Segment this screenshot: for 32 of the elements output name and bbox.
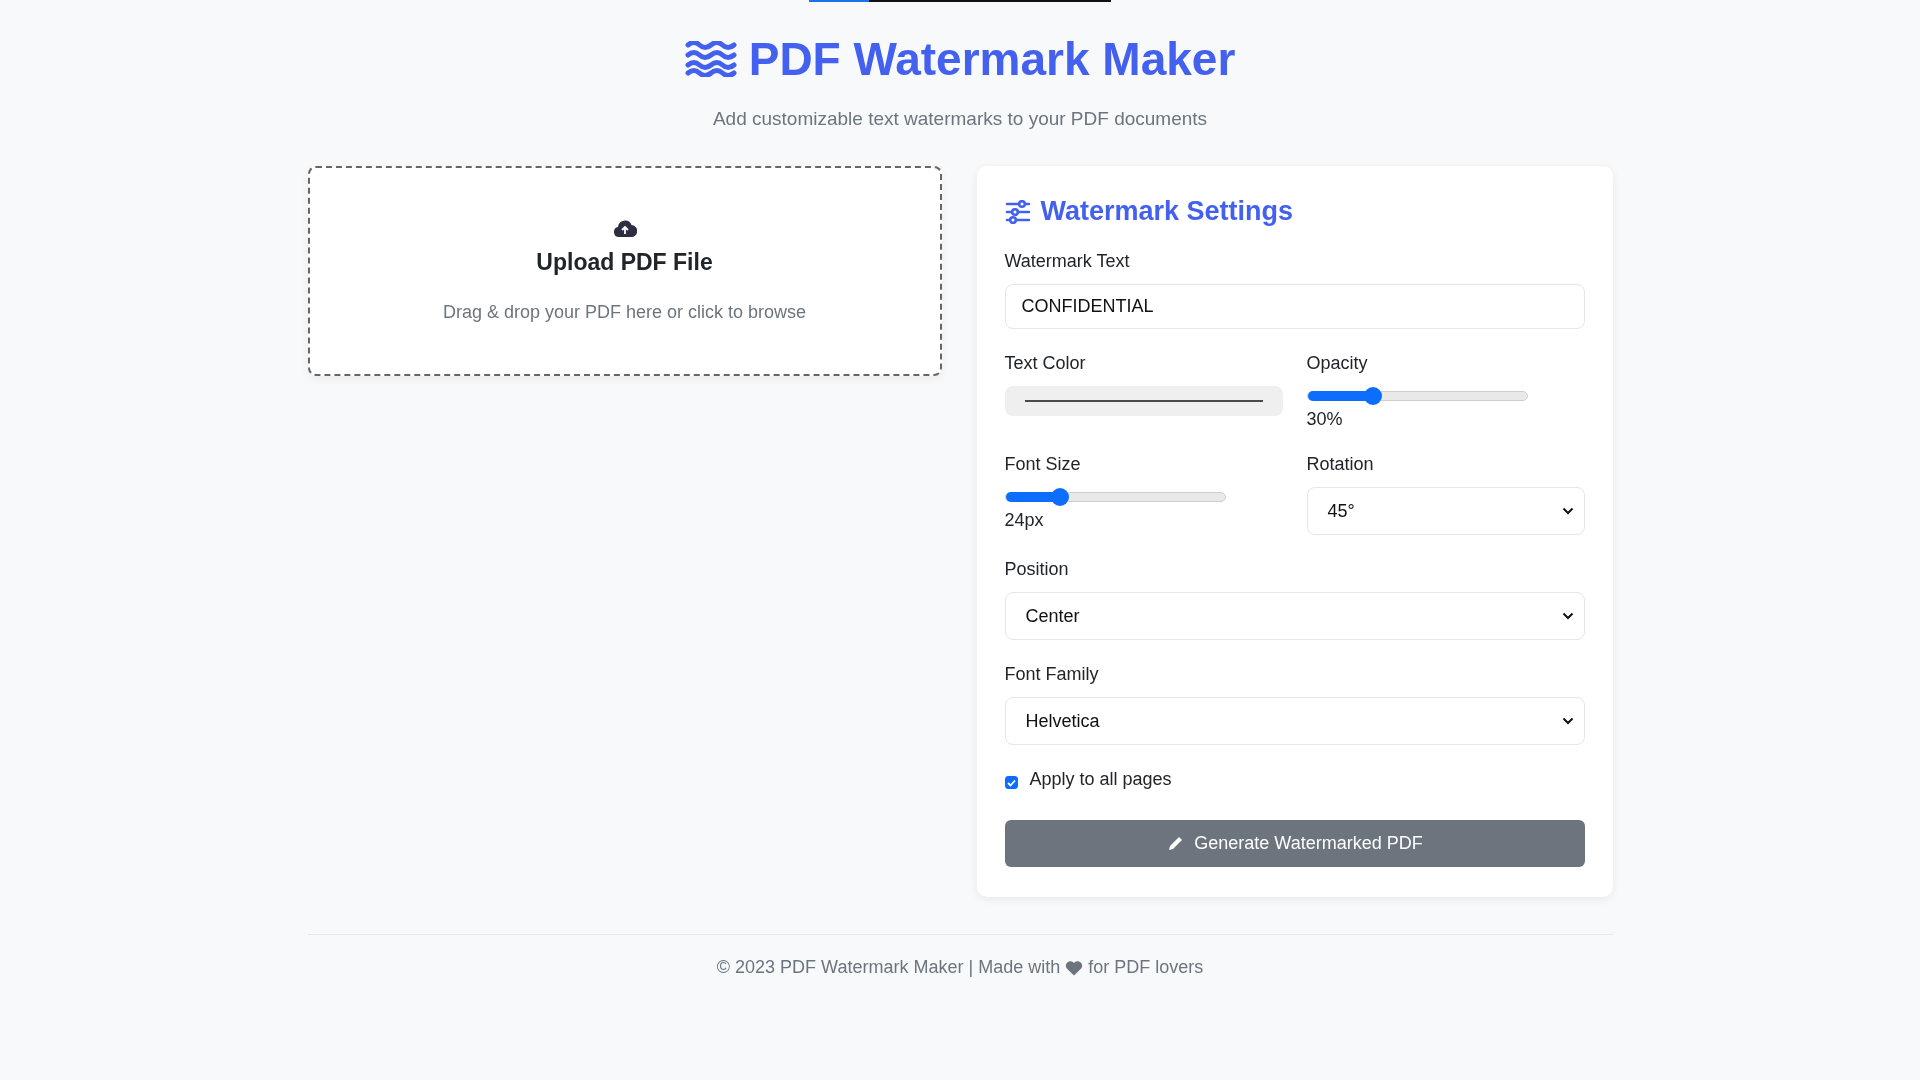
field-label: Font Family [1004,664,1100,685]
watermark-text-field[interactable]: CONFIDENTIAL [1004,284,1585,329]
pencil-icon [1166,834,1185,853]
rotation-select[interactable]: 45° [1306,487,1585,535]
upload-title: Upload PDF File [536,248,713,276]
app-title: PDF Watermark Maker [748,32,1236,86]
cloud-upload-icon [612,219,637,237]
slider-value: 30% [1306,409,1344,430]
chevron-icon [1561,507,1574,515]
upload-dropzone[interactable]: Upload PDF File Drag & drop your PDF here or click to browse [307,166,942,376]
field-label: Watermark Text [1004,251,1131,272]
field-label: Opacity [1306,353,1369,374]
field-label: Rotation [1306,454,1375,475]
sliders-icon [1004,199,1031,224]
field-label: Position [1004,559,1070,580]
settings-title: Watermark Settings [1040,196,1294,227]
position-select[interactable]: Center [1004,592,1585,640]
checkbox-label[interactable]: Apply to all pages [1029,769,1172,790]
waves-icon [684,41,737,77]
footer-text: for PDF lovers [1088,957,1204,978]
slider-value: 24px [1004,510,1045,531]
field-label: Font Size [1004,454,1082,475]
upload-hint: Drag & drop your PDF here or click to browse [442,301,807,323]
app-subtitle: Add customizable text watermarks to your PDF documents [712,108,1208,130]
heart-icon [1065,959,1084,976]
footer-text: © 2023 PDF Watermark Maker | Made with [716,957,1061,978]
chevron-icon [1561,612,1574,620]
color-picker[interactable] [1004,386,1283,416]
font-family-select[interactable]: Helvetica [1004,697,1585,745]
checkbox[interactable] [1004,776,1018,789]
field-label: Text Color [1004,353,1087,374]
chevron-icon [1561,717,1574,725]
